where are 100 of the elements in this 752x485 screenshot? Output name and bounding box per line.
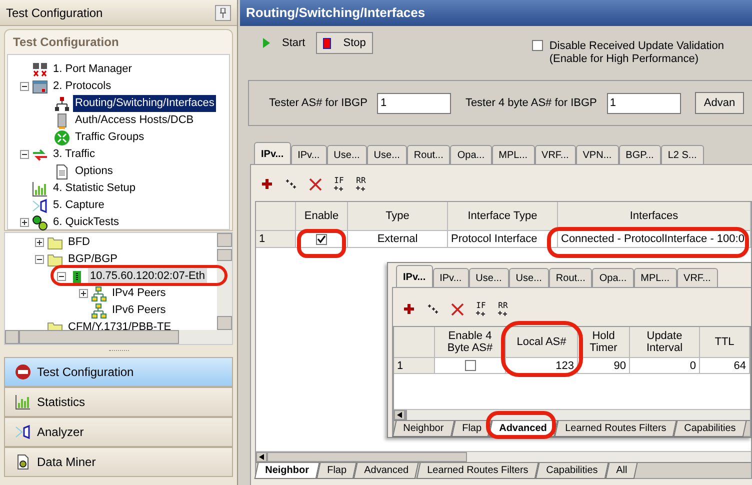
add-icon[interactable]	[261, 178, 273, 190]
field-label: Tester 4 byte AS# for IBGP	[465, 96, 597, 111]
expand-toggle[interactable]	[20, 218, 29, 227]
collapse-toggle[interactable]	[20, 150, 29, 159]
left-arrow-icon[interactable]	[259, 454, 264, 460]
collapse-toggle[interactable]	[57, 272, 66, 281]
tree-item[interactable]: 3. Traffic	[51, 146, 97, 163]
add-multiple-icon[interactable]	[285, 178, 297, 190]
tab[interactable]: Use...	[366, 145, 407, 164]
tree-item[interactable]: CFM/Y.1731/PBB-TE	[66, 319, 174, 330]
toolbar-button[interactable]: IF	[334, 176, 344, 192]
column-header[interactable]: Update Interval	[630, 327, 700, 358]
column-header[interactable]: Hold Timer	[578, 327, 630, 358]
tab[interactable]: IPv...	[254, 142, 291, 164]
column-header[interactable]: Interface Type	[448, 202, 558, 231]
network-icon	[54, 96, 70, 112]
tab[interactable]: Advanced	[354, 463, 420, 479]
tab[interactable]: Capabilities	[535, 463, 608, 479]
table-cell: Connected - ProtocolInterface - 100:0	[558, 231, 751, 248]
tree-item[interactable]: IPv6 Peers	[110, 302, 168, 319]
horizontal-scrollbar[interactable]	[5, 330, 232, 344]
input-field[interactable]: 1	[606, 92, 681, 114]
vertical-scrollbar[interactable]	[217, 233, 232, 330]
tab[interactable]: MPL...	[634, 268, 677, 287]
delete-icon[interactable]	[309, 178, 322, 190]
column-header[interactable]: Type	[348, 202, 448, 231]
checkbox-note: (Enable for High Performance)	[549, 53, 700, 66]
tree-item[interactable]: Options	[73, 163, 115, 180]
input-field[interactable]: 1	[377, 92, 452, 114]
table-cell: 0	[630, 358, 700, 374]
table-cell: External	[348, 231, 448, 248]
horizontal-scrollbar[interactable]	[256, 451, 751, 462]
nav-button[interactable]: Statistics	[4, 387, 233, 417]
tab[interactable]: Opa...	[450, 145, 492, 164]
collapse-toggle[interactable]	[20, 82, 29, 91]
expand-toggle[interactable]	[35, 238, 44, 247]
window-title: Routing/Switching/Interfaces	[246, 4, 426, 22]
expand-toggle[interactable]	[79, 289, 88, 298]
tab[interactable]: IPv...	[396, 265, 433, 287]
toolbar-button[interactable]: IF	[476, 302, 486, 316]
toolbar-button[interactable]: RR	[356, 176, 366, 192]
checkbox[interactable]	[316, 234, 327, 244]
toolbar-button[interactable]: RR	[498, 302, 508, 316]
tab[interactable]: Capabilities	[673, 421, 746, 437]
row-number: 1	[394, 358, 435, 374]
tab[interactable]: Use...	[468, 268, 509, 287]
stop-button[interactable]: Stop	[316, 32, 373, 54]
tree-item[interactable]: IPv4 Peers	[110, 285, 168, 302]
tab[interactable]: IPv...	[290, 145, 327, 164]
tab[interactable]: Rout...	[548, 268, 592, 287]
minus-icon	[58, 273, 65, 280]
tab[interactable]: VRF...	[534, 145, 576, 164]
checkbox[interactable]	[464, 360, 476, 371]
tree-item[interactable]: Routing/Switching/Interfaces	[73, 95, 216, 112]
tree-item[interactable]: Traffic Groups	[73, 129, 146, 146]
advanced-button[interactable]: Advan	[694, 92, 744, 114]
add-icon[interactable]	[403, 303, 415, 315]
tab[interactable]: Rout...	[406, 145, 450, 164]
delete-icon[interactable]	[451, 302, 464, 316]
tab[interactable]: Use...	[508, 268, 549, 287]
tab[interactable]: MPL...	[492, 145, 535, 164]
nav-button[interactable]: Data Miner	[4, 447, 233, 477]
tree-item[interactable]: BFD	[66, 234, 92, 251]
tree-item[interactable]: Auth/Access Hosts/DCB	[73, 112, 196, 129]
column-header[interactable]: Interfaces	[558, 202, 751, 231]
tree-item[interactable]: 4. Statistic Setup	[51, 180, 138, 197]
tab[interactable]: All	[605, 463, 638, 479]
tree-item[interactable]: 1. Port Manager	[51, 61, 134, 78]
tab[interactable]: Learned Routes Filters	[416, 463, 539, 479]
tree-item[interactable]: 6. QuickTests	[51, 214, 122, 231]
nav-button[interactable]: Test Configuration	[4, 357, 233, 387]
tab[interactable]: VPN...	[576, 145, 619, 164]
tab[interactable]: Opa...	[592, 268, 634, 287]
collapse-toggle[interactable]	[35, 255, 44, 264]
minus-icon	[21, 151, 28, 158]
tree-item[interactable]: 5. Capture	[51, 197, 106, 214]
column-header[interactable]: Local AS#	[506, 327, 578, 358]
horizontal-scrollbar[interactable]	[394, 409, 750, 420]
add-multiple-icon[interactable]	[427, 303, 439, 315]
tab[interactable]: Learned Routes Filters	[554, 421, 677, 437]
left-arrow-icon[interactable]	[397, 412, 402, 418]
tab[interactable]: Neighbor	[392, 421, 454, 437]
tab[interactable]: BGP...	[618, 145, 661, 164]
nav-button[interactable]: Analyzer	[4, 417, 233, 447]
start-button[interactable]: Start	[256, 32, 312, 54]
column-header[interactable]: TTL	[700, 327, 750, 358]
grid-icon	[32, 62, 48, 78]
bar-chart-icon	[32, 180, 48, 196]
column-header[interactable]: Enable	[296, 202, 348, 231]
column-header[interactable]: Enable 4 Byte AS#	[435, 327, 506, 358]
tab[interactable]: Neighbor	[254, 463, 320, 479]
tree-item[interactable]: BGP/BGP	[66, 251, 120, 268]
tab[interactable]: Flap	[316, 463, 358, 479]
tab[interactable]: IPv...	[432, 268, 469, 287]
tree-item[interactable]: 2. Protocols	[51, 78, 114, 95]
pin-button[interactable]	[215, 4, 231, 20]
tab[interactable]: Use...	[326, 145, 367, 164]
tab[interactable]: VRF...	[676, 268, 718, 287]
checkbox[interactable]	[532, 40, 544, 51]
tab[interactable]: L2 S...	[660, 145, 704, 164]
